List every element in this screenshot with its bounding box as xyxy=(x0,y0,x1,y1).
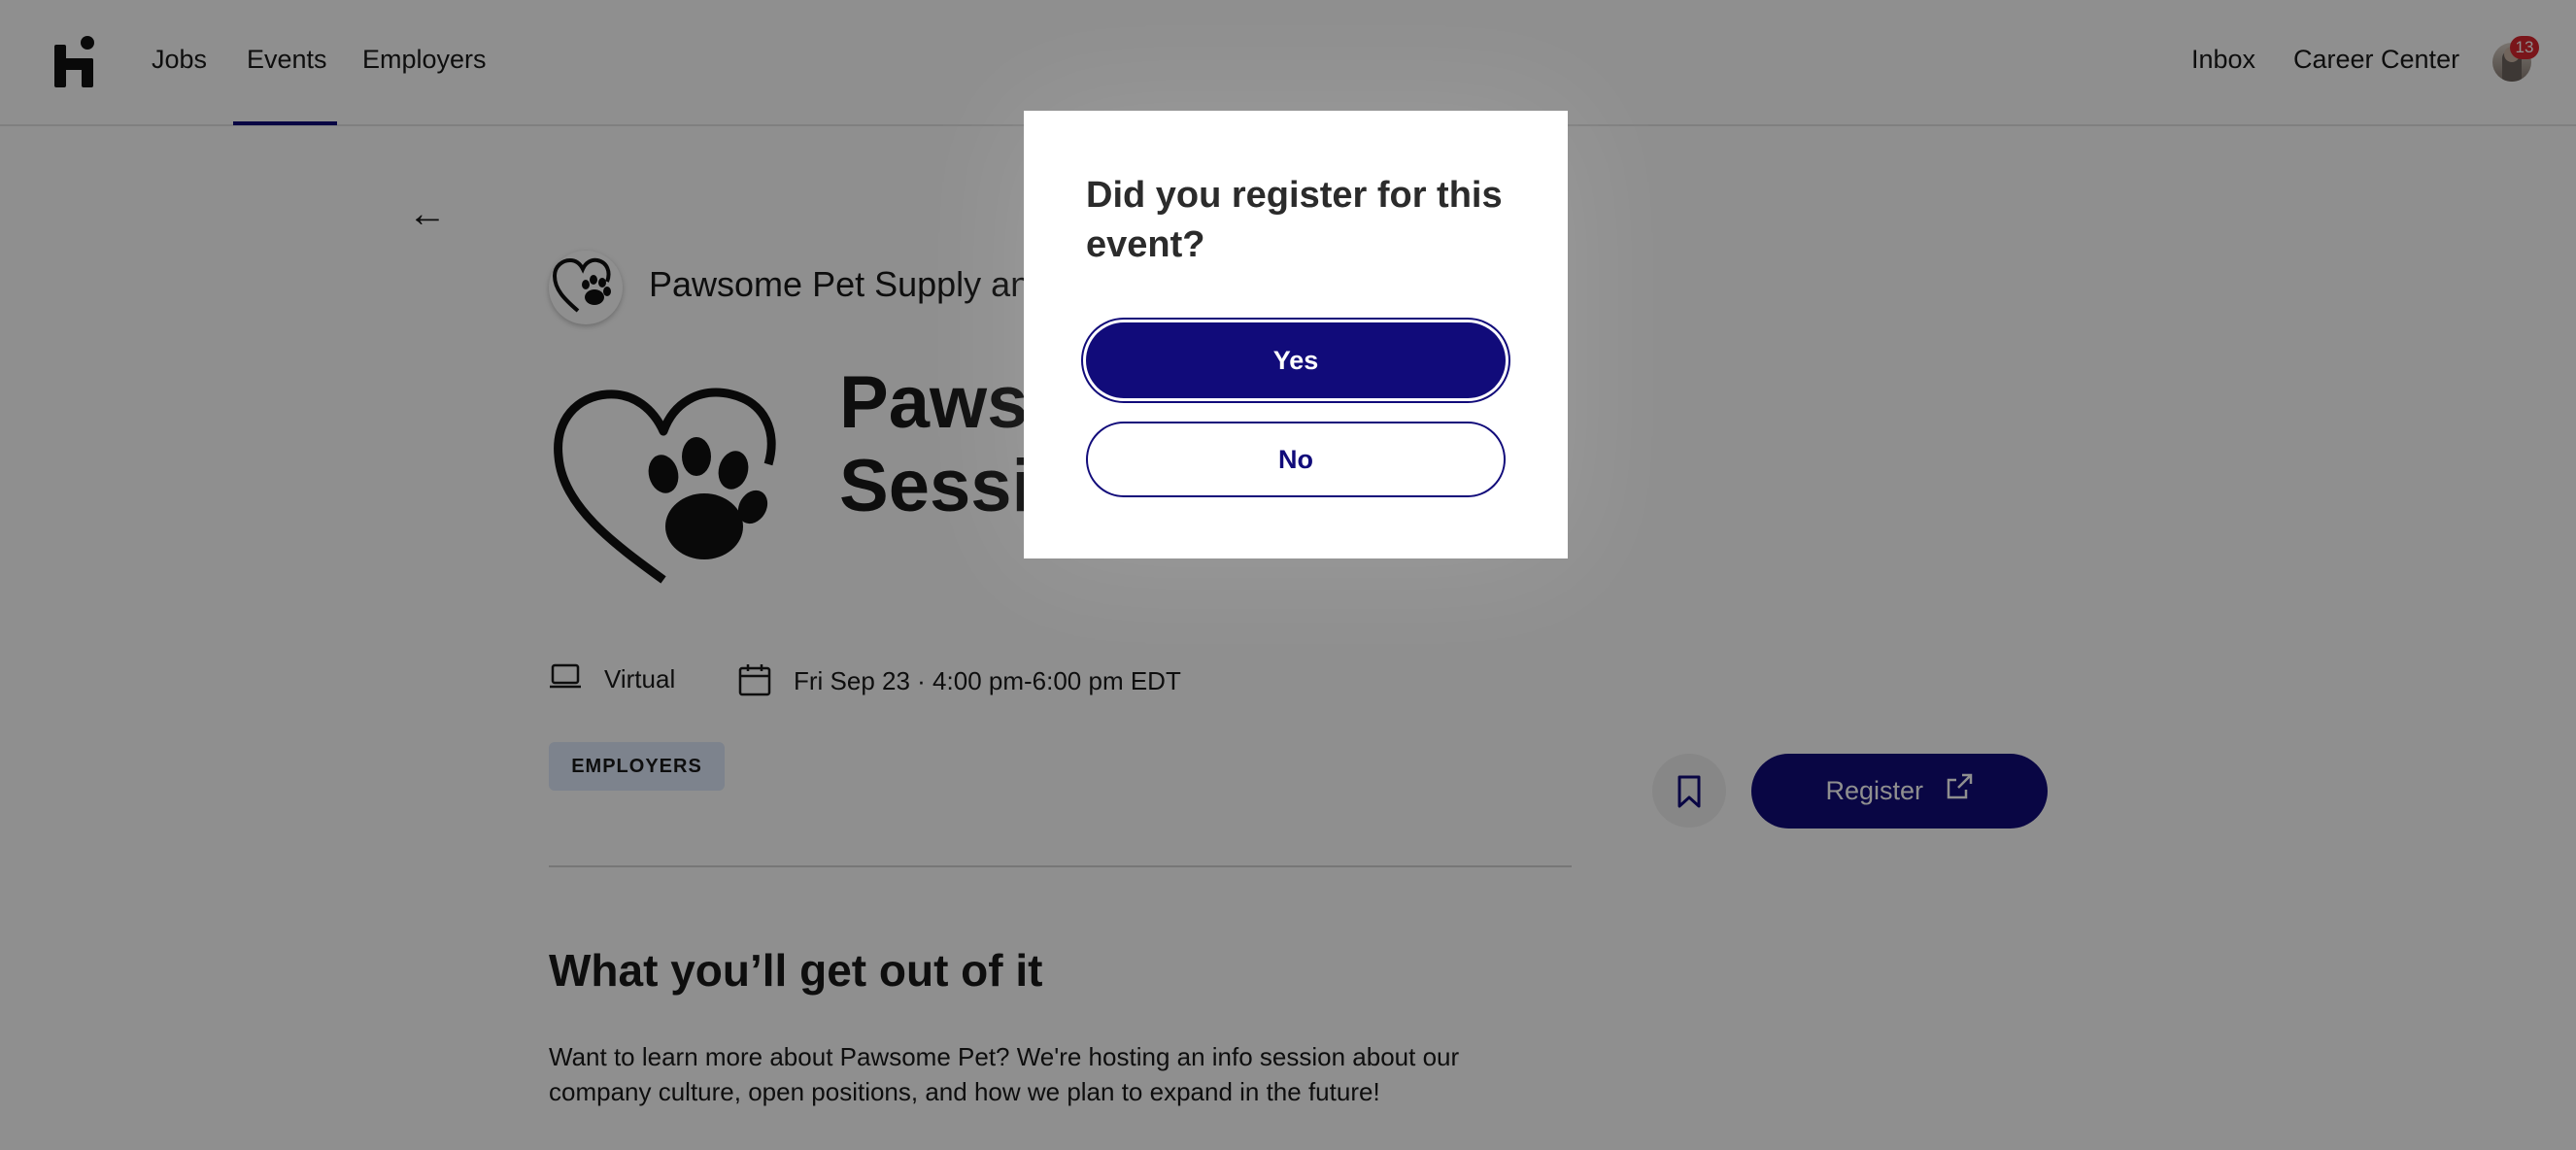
dialog-title-line-2: event? xyxy=(1086,224,1205,265)
dialog-title: Did you register for this event? xyxy=(1086,171,1533,270)
registration-confirm-dialog: Did you register for this event? Yes No xyxy=(1024,111,1568,558)
dialog-title-line-1: Did you register for this xyxy=(1086,175,1503,216)
no-button[interactable]: No xyxy=(1086,422,1506,497)
yes-button[interactable]: Yes xyxy=(1086,322,1506,398)
